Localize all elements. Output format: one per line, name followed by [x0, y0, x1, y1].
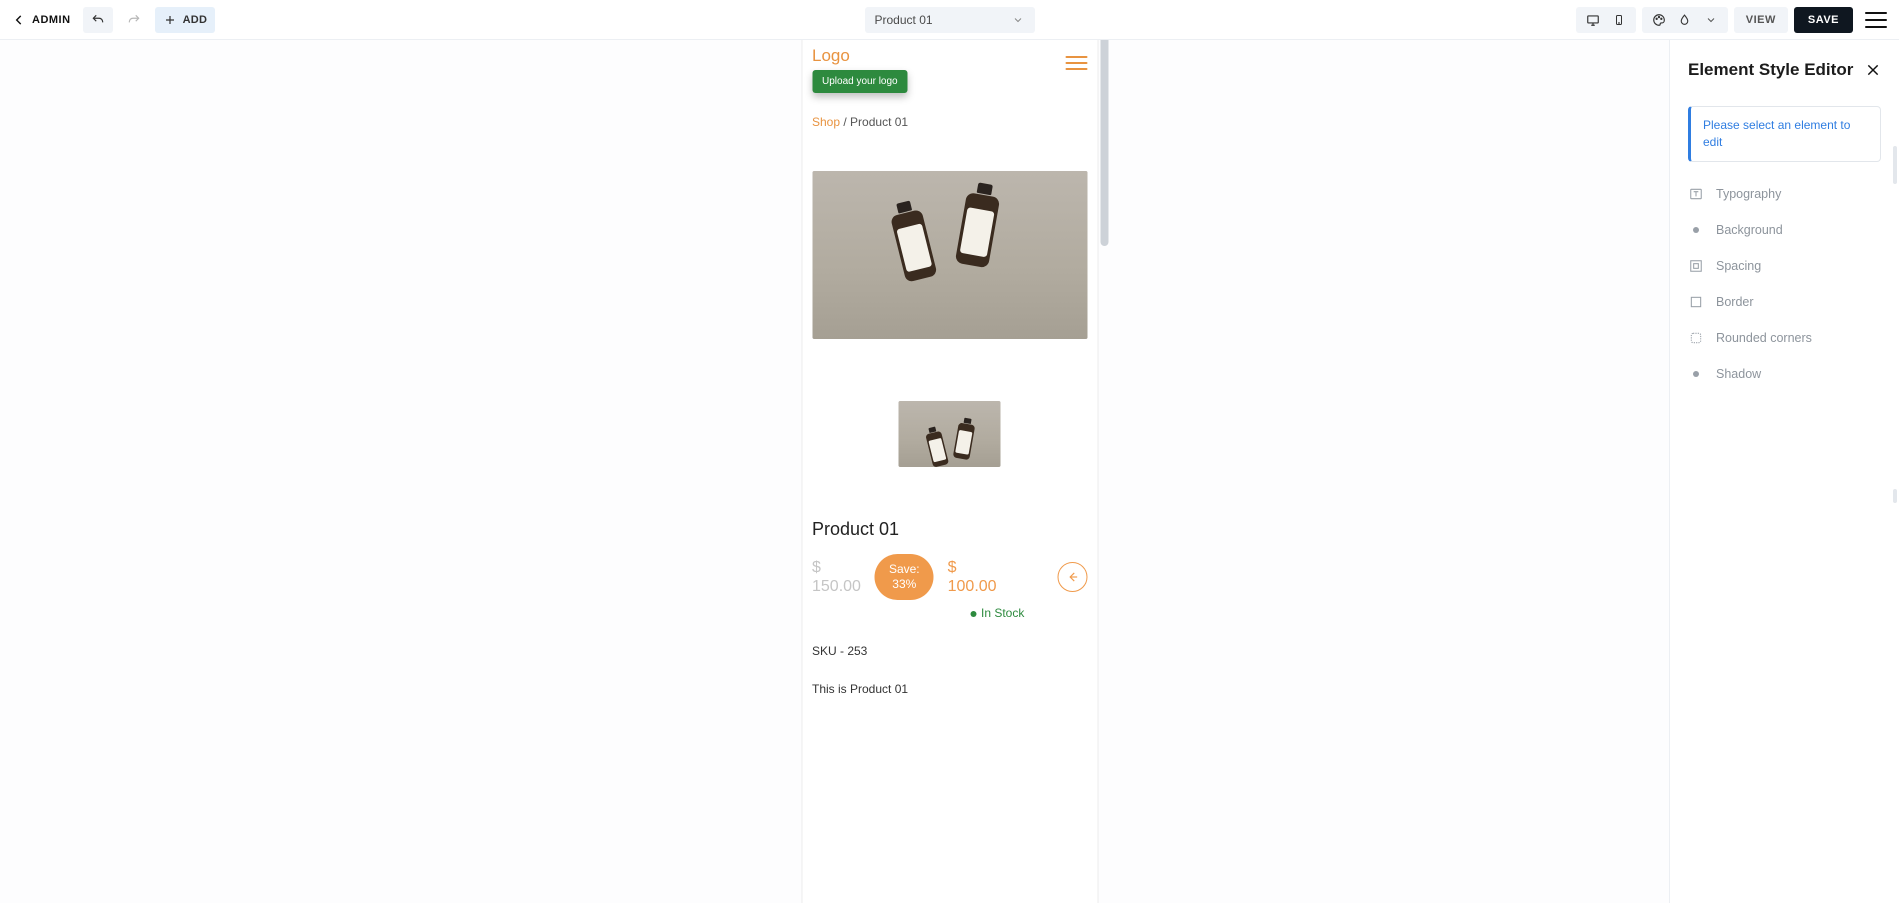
breadcrumb-sep: /	[840, 115, 850, 129]
back-to-admin[interactable]: ADMIN	[12, 13, 71, 27]
shadow-icon	[1688, 366, 1704, 382]
topbar: ADMIN ADD Product 01	[0, 0, 1899, 40]
panel-scroll-indicator	[1893, 146, 1897, 184]
prop-spacing[interactable]: Spacing	[1688, 258, 1881, 274]
stock-status: In Stock	[970, 606, 1087, 620]
product-image-main[interactable]	[812, 171, 1087, 339]
price-old: $ 150.00	[812, 558, 861, 596]
upload-logo-button[interactable]: Upload your logo	[812, 70, 908, 93]
stock-label: In Stock	[981, 606, 1024, 620]
site-logo[interactable]: Logo	[812, 46, 908, 66]
property-list: Typography Background Spacing Border	[1688, 186, 1881, 382]
product-description: This is Product 01	[812, 682, 1087, 696]
panel-notice: Please select an element to edit	[1688, 106, 1881, 162]
stock-dot-icon	[970, 611, 976, 617]
canvas-wrapper: Logo Upload your logo Shop / Product 01	[801, 40, 1098, 903]
undo-icon	[91, 13, 105, 27]
plus-icon	[163, 13, 177, 27]
add-button[interactable]: ADD	[155, 7, 216, 33]
save-label: SAVE	[1808, 14, 1839, 26]
theme-dropdown[interactable]	[1698, 13, 1724, 27]
bottle-icon	[953, 417, 977, 460]
device-toggle	[1576, 7, 1636, 33]
admin-label: ADMIN	[32, 14, 71, 26]
background-icon	[1688, 222, 1704, 238]
palette-icon	[1652, 13, 1666, 27]
theme-palette[interactable]	[1646, 13, 1672, 27]
add-label: ADD	[183, 14, 208, 26]
chevron-down-icon	[1704, 13, 1718, 27]
price-row: $ 150.00 Save: 33% $ 100.00	[812, 554, 1087, 600]
theme-drop[interactable]	[1672, 13, 1698, 27]
save-pct: 33%	[889, 577, 920, 592]
prop-typography[interactable]: Typography	[1688, 186, 1881, 202]
panel-title: Element Style Editor	[1688, 60, 1853, 80]
breadcrumb: Shop / Product 01	[812, 115, 1087, 129]
canvas-scrollbar[interactable]	[1100, 40, 1108, 246]
breadcrumb-current: Product 01	[850, 115, 908, 129]
prop-label: Background	[1716, 223, 1783, 237]
redo-icon	[127, 13, 141, 27]
page-selector[interactable]: Product 01	[865, 7, 1035, 33]
view-label: VIEW	[1746, 14, 1776, 26]
product-image-thumbnail[interactable]	[899, 401, 1001, 467]
prop-label: Spacing	[1716, 259, 1761, 273]
save-button[interactable]: SAVE	[1794, 7, 1853, 33]
mobile-menu-button[interactable]	[1065, 56, 1087, 70]
workspace: Logo Upload your logo Shop / Product 01	[0, 40, 1899, 903]
prop-shadow[interactable]: Shadow	[1688, 366, 1881, 382]
undo-button[interactable]	[83, 7, 113, 33]
device-desktop[interactable]	[1580, 13, 1606, 27]
chevron-down-icon	[1011, 13, 1025, 27]
style-editor-panel: Element Style Editor Please select an el…	[1669, 40, 1899, 903]
redo-button[interactable]	[119, 7, 149, 33]
save-badge: Save: 33%	[875, 554, 934, 600]
typography-icon	[1688, 186, 1704, 202]
prop-label: Border	[1716, 295, 1754, 309]
prop-border[interactable]: Border	[1688, 294, 1881, 310]
old-price-value: 150.00	[812, 578, 861, 595]
device-mobile[interactable]	[1606, 13, 1632, 27]
site-header: Logo Upload your logo	[812, 46, 1087, 93]
border-icon	[1688, 294, 1704, 310]
back-to-shop-button[interactable]	[1057, 562, 1087, 592]
spacing-icon	[1688, 258, 1704, 274]
rounded-corners-icon	[1688, 330, 1704, 346]
panel-scroll-indicator-end	[1893, 489, 1897, 503]
device-frame: Logo Upload your logo Shop / Product 01	[801, 40, 1098, 903]
old-currency: $	[812, 558, 861, 577]
prop-background[interactable]: Background	[1688, 222, 1881, 238]
prop-label: Typography	[1716, 187, 1781, 201]
desktop-icon	[1586, 13, 1600, 27]
new-price-value: 100.00	[948, 578, 997, 595]
price-left: $ 150.00 Save: 33% $ 100.00	[812, 554, 997, 600]
breadcrumb-shop-link[interactable]: Shop	[812, 115, 840, 129]
product-title: Product 01	[812, 519, 1087, 540]
view-button[interactable]: VIEW	[1734, 7, 1788, 33]
bottle-icon	[887, 198, 937, 282]
save-label: Save:	[889, 562, 920, 577]
topbar-center: Product 01	[865, 7, 1035, 33]
topbar-right: VIEW SAVE	[1576, 7, 1887, 33]
prop-rounded-corners[interactable]: Rounded corners	[1688, 330, 1881, 346]
mobile-icon	[1612, 13, 1626, 27]
price-new: $ 100.00	[948, 558, 997, 596]
main-menu-button[interactable]	[1865, 12, 1887, 28]
close-panel-button[interactable]	[1865, 62, 1881, 78]
bottle-icon	[954, 181, 1001, 269]
new-currency: $	[948, 558, 997, 577]
sku-label: SKU - 253	[812, 644, 1087, 658]
prop-label: Shadow	[1716, 367, 1761, 381]
topbar-left: ADMIN ADD	[12, 7, 215, 33]
prop-label: Rounded corners	[1716, 331, 1812, 345]
theme-group	[1642, 7, 1728, 33]
bottle-icon	[924, 425, 949, 467]
drop-icon	[1678, 13, 1692, 27]
page-selected-label: Product 01	[875, 13, 933, 27]
